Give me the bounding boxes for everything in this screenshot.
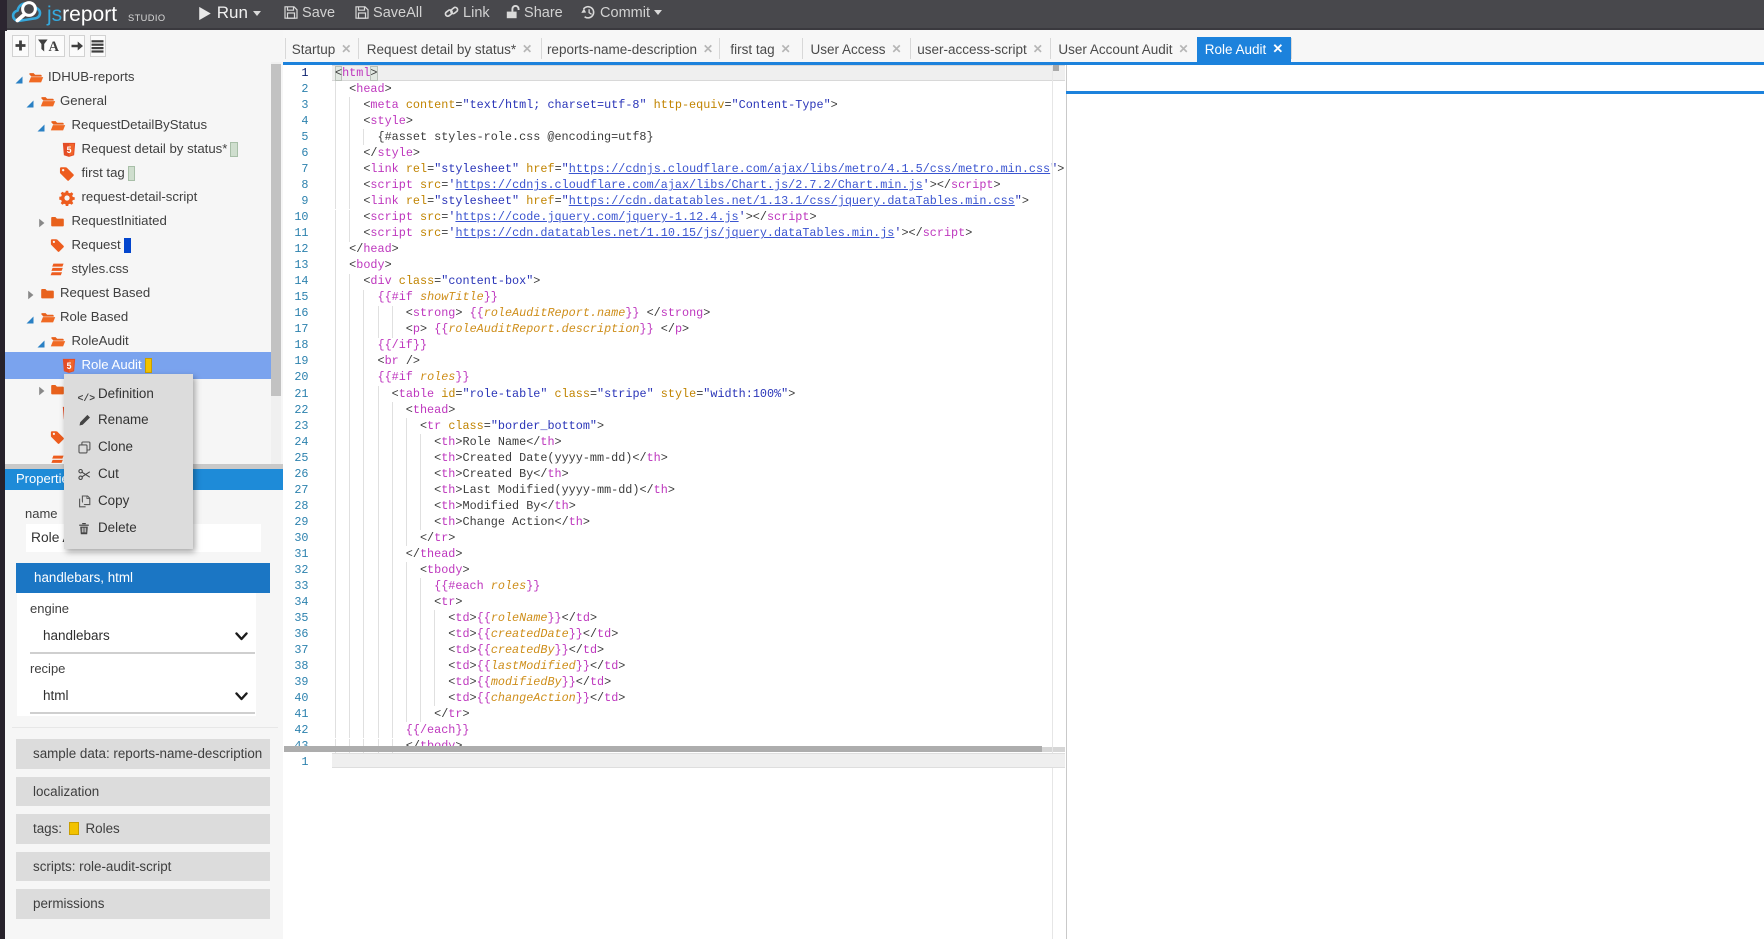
svg-text:A: A: [48, 39, 59, 53]
svg-text:5: 5: [67, 361, 72, 371]
svg-text:5: 5: [67, 145, 72, 155]
